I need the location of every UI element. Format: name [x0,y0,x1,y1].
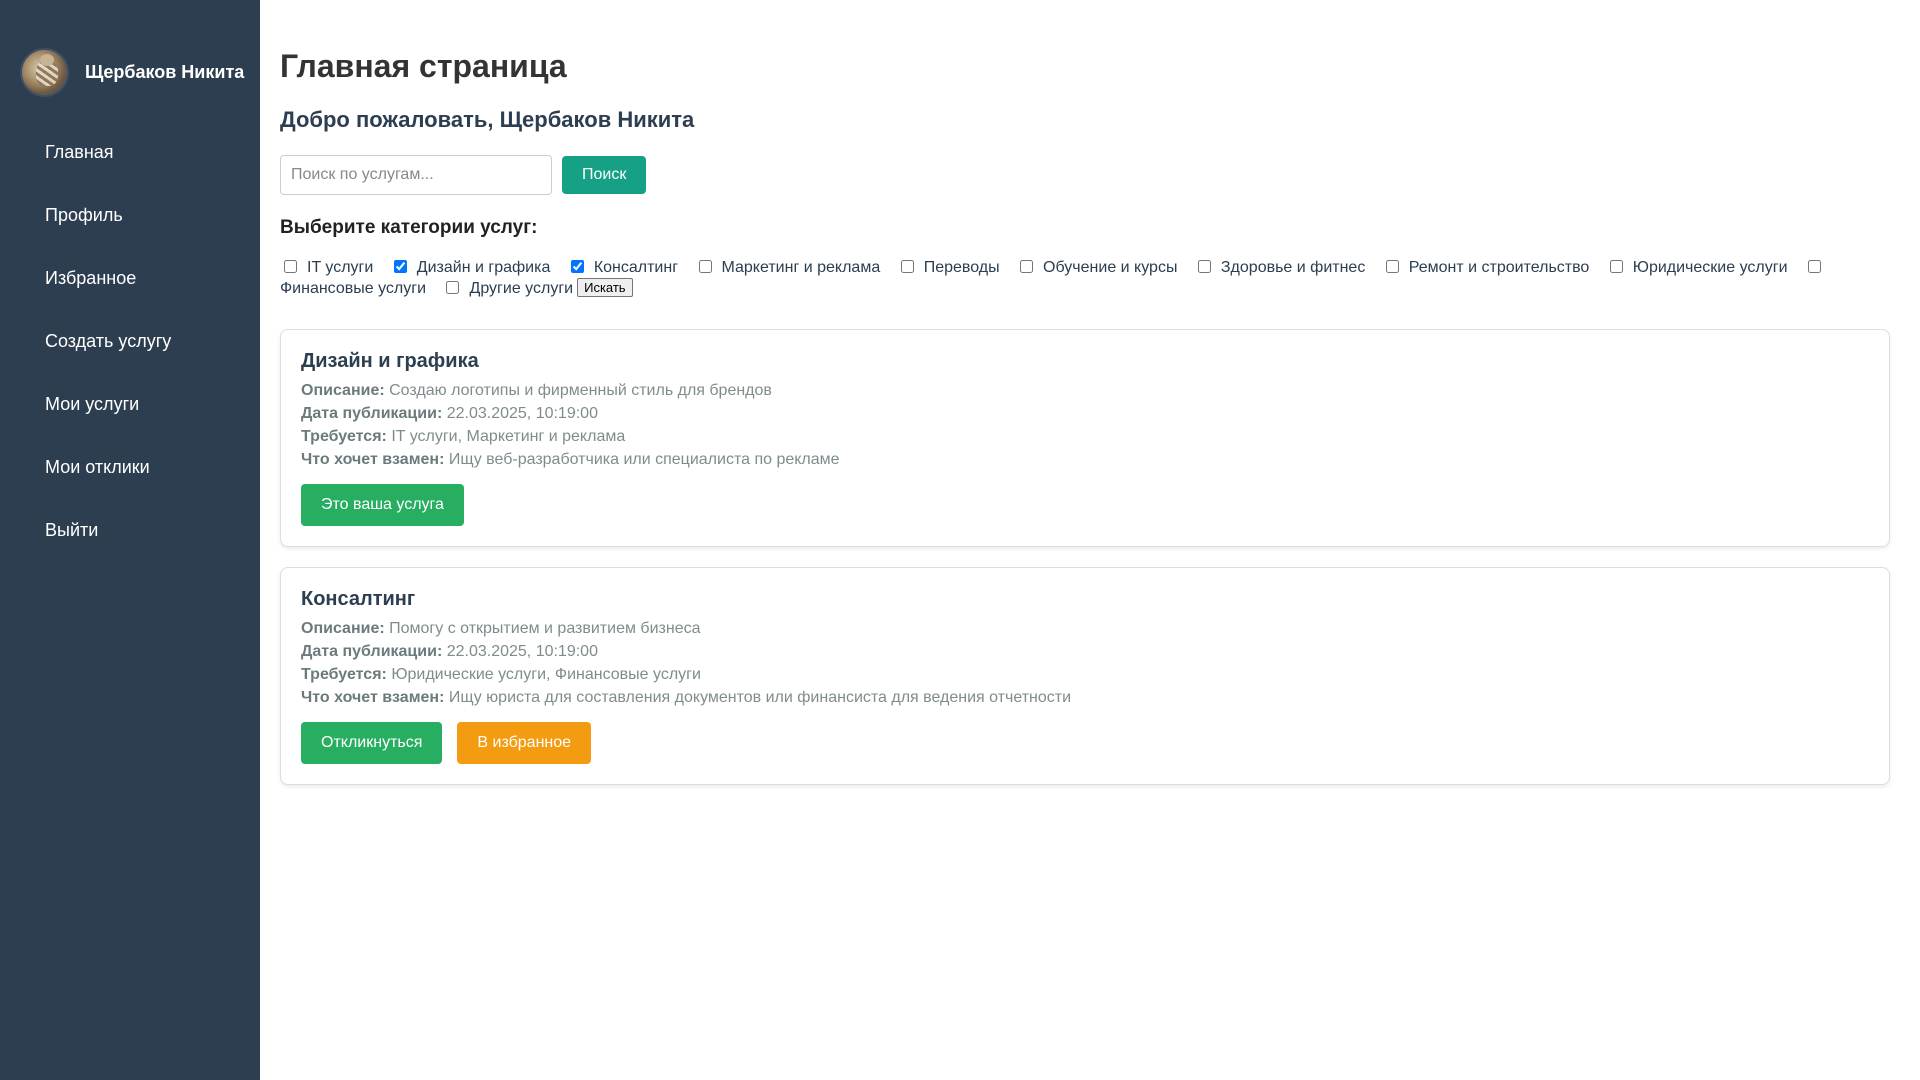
field-label: Что хочет взамен: [301,451,445,468]
category-checkbox[interactable] [698,260,712,273]
field-value: Юридические услуги, Финансовые услуги [391,666,701,683]
category-label: Финансовые услуги [280,280,427,297]
category-checkbox[interactable] [1197,260,1211,273]
category-checkbox[interactable] [393,260,407,273]
category-checkbox[interactable] [1807,260,1821,273]
field-value: Ищу веб-разработчика или специалиста по … [448,451,840,468]
category-other[interactable]: Другие услуги [442,280,577,297]
sidebar-item-home[interactable]: Главная [0,121,260,184]
sidebar-item-profile[interactable]: Профиль [0,184,260,247]
category-search-button[interactable]: Искать [577,278,633,297]
service-title: Консалтинг [301,588,416,610]
field-label: Требуется: [301,428,387,445]
category-label: Маркетинг и реклама [721,259,881,276]
service-card: Консалтинг Описание: Помогу с открытием … [280,567,1890,785]
field-value: Ищу юриста для составления документов ил… [448,689,1072,706]
service-wants: Что хочет взамен: Ищу юриста для составл… [301,686,1869,709]
category-label: Здоровье и фитнес [1220,259,1366,276]
avatar [20,48,69,97]
field-label: Дата публикации: [301,643,443,660]
field-value: 22.03.2025, 10:19:00 [446,405,598,422]
category-checkbox[interactable] [1020,260,1034,273]
category-label: Переводы [923,259,1000,276]
field-value: Создаю логотипы и фирменный стиль для бр… [389,382,772,399]
user-name: Щербаков Никита [85,62,245,82]
category-checkbox[interactable] [570,260,584,273]
category-marketing[interactable]: Маркетинг и реклама [695,259,893,276]
search-input[interactable] [280,155,552,195]
card-actions: Откликнуться В избранное [301,722,1869,764]
category-checkbox[interactable] [446,281,460,294]
user-block: Щербаков Никита [0,48,260,97]
field-label: Требуется: [301,666,387,683]
page-title: Главная страница [280,48,567,84]
field-label: Описание: [301,382,385,399]
search-row: Поиск [280,155,1900,195]
add-to-favorites-button[interactable]: В избранное [457,722,592,764]
field-label: Что хочет взамен: [301,689,445,706]
search-button[interactable]: Поиск [562,156,647,194]
category-label: Другие услуги [469,280,574,297]
field-value: 22.03.2025, 10:19:00 [446,643,598,660]
service-cards: Дизайн и графика Описание: Создаю логоти… [280,329,1900,785]
field-label: Дата публикации: [301,405,443,422]
service-description: Описание: Помогу с открытием и развитием… [301,617,1869,640]
category-it[interactable]: IT услуги [280,259,385,276]
service-required: Требуется: Юридические услуги, Финансовы… [301,663,1869,686]
service-description: Описание: Создаю логотипы и фирменный ст… [301,379,1869,402]
category-label: Юридические услуги [1632,259,1788,276]
category-education[interactable]: Обучение и курсы [1016,259,1189,276]
app-layout: Щербаков Никита Главная Профиль Избранно… [0,0,1920,1080]
sidebar-item-create-service[interactable]: Создать услугу [0,310,260,373]
category-checkbox[interactable] [900,260,914,273]
category-label: Дизайн и графика [416,259,551,276]
field-value: IT услуги, Маркетинг и реклама [391,428,626,445]
category-label: Консалтинг [593,259,679,276]
category-repair[interactable]: Ремонт и строительство [1382,259,1602,276]
category-translations[interactable]: Переводы [897,259,1012,276]
categories-title: Выберите категории услуг: [280,217,538,238]
sidebar-item-logout[interactable]: Выйти [0,499,260,562]
service-date: Дата публикации: 22.03.2025, 10:19:00 [301,640,1869,663]
main-content: Главная страница Добро пожаловать, Щерба… [260,0,1920,1080]
service-required: Требуется: IT услуги, Маркетинг и реклам… [301,425,1869,448]
sidebar: Щербаков Никита Главная Профиль Избранно… [0,0,260,1080]
service-card: Дизайн и графика Описание: Создаю логоти… [280,329,1890,547]
own-service-button[interactable]: Это ваша услуга [301,484,464,526]
respond-button[interactable]: Откликнуться [301,722,443,764]
category-label: IT услуги [307,259,374,276]
category-label: Ремонт и строительство [1408,259,1590,276]
category-checkbox[interactable] [1385,260,1399,273]
category-design[interactable]: Дизайн и графика [390,259,563,276]
category-legal[interactable]: Юридические услуги [1606,259,1800,276]
sidebar-item-favorites[interactable]: Избранное [0,247,260,310]
sidebar-item-my-services[interactable]: Мои услуги [0,373,260,436]
category-checkbox[interactable] [1609,260,1623,273]
service-date: Дата публикации: 22.03.2025, 10:19:00 [301,402,1869,425]
category-label: Обучение и курсы [1043,259,1178,276]
field-value: Помогу с открытием и развитием бизнеса [389,620,701,637]
category-health[interactable]: Здоровье и фитнес [1194,259,1377,276]
welcome-text: Добро пожаловать, Щербаков Никита [280,107,695,132]
category-checkbox[interactable] [284,260,297,273]
field-label: Описание: [301,620,385,637]
sidebar-nav: Главная Профиль Избранное Создать услугу… [0,121,260,562]
card-actions: Это ваша услуга [301,484,1869,526]
service-wants: Что хочет взамен: Ищу веб-разработчика и… [301,448,1869,471]
category-consulting[interactable]: Консалтинг [567,259,690,276]
service-title: Дизайн и графика [301,350,479,372]
categories-list: IT услуги Дизайн и графика Консалтинг Ма… [280,257,1900,299]
sidebar-item-my-responses[interactable]: Мои отклики [0,436,260,499]
